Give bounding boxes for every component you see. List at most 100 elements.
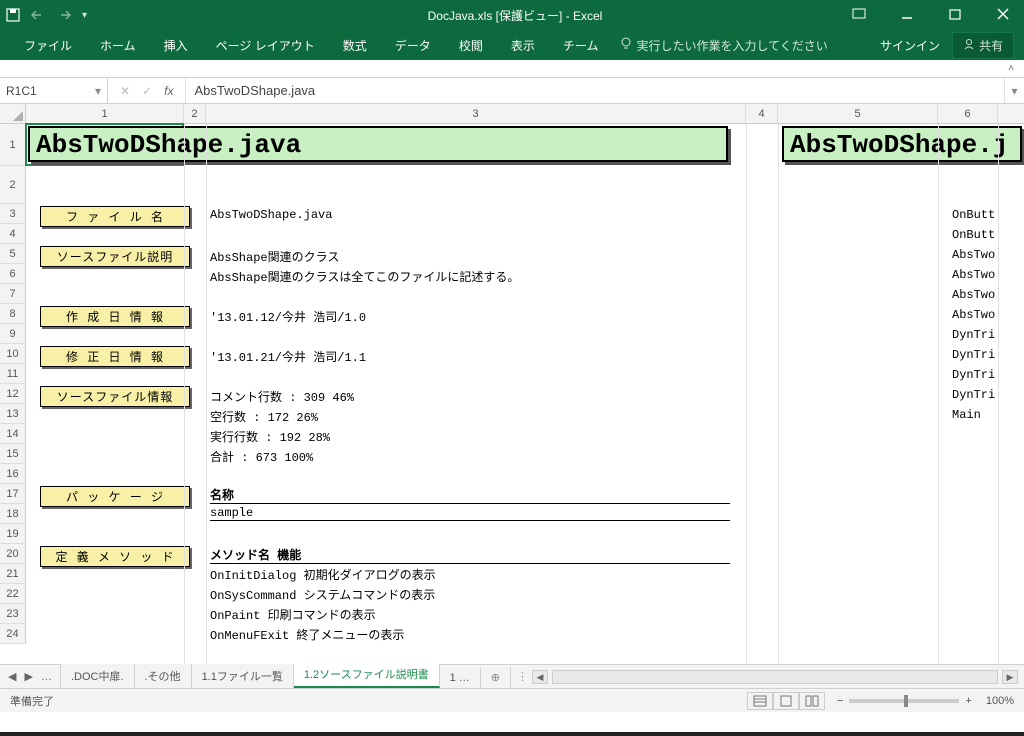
label-created: 作 成 日 情 報 [40, 306, 190, 327]
enter-icon[interactable]: ✓ [142, 84, 152, 98]
formula-input[interactable]: AbsTwoDShape.java [186, 78, 1004, 103]
cancel-icon[interactable]: ✕ [120, 84, 130, 98]
save-icon[interactable] [6, 8, 20, 22]
name-box[interactable]: R1C1 ▾ [0, 78, 108, 103]
cell-area[interactable]: AbsTwoDShape.java AbsTwoDShape.j フ ァ イ ル… [26, 124, 1024, 664]
right-col-cell: DynTri [952, 328, 995, 342]
tab-pagelayout[interactable]: ページ レイアウト [202, 37, 329, 54]
row-header[interactable]: 21 [0, 564, 25, 584]
row-header[interactable]: 2 [0, 166, 25, 204]
row-header[interactable]: 23 [0, 604, 25, 624]
column-header[interactable]: 2 [184, 104, 206, 123]
sheet-nav-more[interactable]: … [41, 671, 52, 683]
fx-icon[interactable]: fx [164, 84, 173, 98]
zoom-slider-thumb[interactable] [904, 695, 908, 707]
sheet-tab[interactable]: 1 … [440, 668, 481, 688]
close-icon[interactable] [988, 8, 1018, 23]
row-header[interactable]: 13 [0, 404, 25, 424]
redo-icon[interactable] [56, 9, 72, 21]
sheet-tab[interactable]: 1.2ソースファイル説明書 [294, 662, 440, 688]
window-title: DocJava.xls [保護ビュー] - Excel [186, 7, 844, 24]
tab-file[interactable]: ファイル [10, 37, 86, 54]
formula-expand-icon[interactable]: ▾ [1004, 78, 1024, 103]
column-header[interactable]: 4 [746, 104, 778, 123]
worksheet-grid[interactable]: 123456 123456789101112131415161718192021… [0, 104, 1024, 664]
tell-me[interactable]: 実行したい作業を入力してください [620, 37, 827, 54]
tab-view[interactable]: 表示 [497, 37, 549, 54]
view-pagebreak-icon[interactable] [799, 692, 825, 710]
sheet-tab[interactable]: .DOC中扉. [61, 664, 135, 688]
row-header[interactable]: 9 [0, 324, 25, 344]
hscroll-track[interactable] [552, 670, 998, 684]
tab-review[interactable]: 校閲 [445, 37, 497, 54]
row-header[interactable]: 12 [0, 384, 25, 404]
sheet-tab-add[interactable]: ⊕ [481, 667, 511, 688]
column-header[interactable]: 1 [26, 104, 184, 123]
right-title-text: AbsTwoDShape.j [790, 130, 1008, 160]
row-header[interactable]: 5 [0, 244, 25, 264]
column-header[interactable]: 3 [206, 104, 746, 123]
cell-created: '13.01.12/今井 浩司/1.0 [210, 308, 366, 325]
sheet-nav-prev-icon[interactable]: ◀ [8, 670, 16, 683]
ribbon-display-icon[interactable] [844, 8, 874, 23]
row-header[interactable]: 7 [0, 284, 25, 304]
zoom-in-icon[interactable]: + [965, 695, 971, 707]
row-header[interactable]: 16 [0, 464, 25, 484]
cell-src-desc-1: AbsShape関連のクラス [210, 248, 339, 265]
select-all-triangle[interactable] [0, 104, 26, 124]
formula-bar-buttons: ✕ ✓ fx [108, 78, 186, 103]
hscroll-left-icon[interactable]: ◀ [532, 670, 548, 684]
cell-method-1: OnInitDialog 初期化ダイアログの表示 [210, 566, 436, 583]
gridline [746, 124, 747, 664]
tab-formulas[interactable]: 数式 [329, 37, 381, 54]
tab-team[interactable]: チーム [549, 37, 613, 54]
gridline [778, 124, 779, 664]
row-header[interactable]: 1 [0, 124, 25, 166]
tab-insert[interactable]: 挿入 [150, 37, 202, 54]
row-headers[interactable]: 123456789101112131415161718192021222324 [0, 124, 26, 644]
row-header[interactable]: 8 [0, 304, 25, 324]
row-header[interactable]: 20 [0, 544, 25, 564]
right-col-cell: AbsTwo [952, 308, 995, 322]
hscroll-right-icon[interactable]: ▶ [1002, 670, 1018, 684]
view-pagelayout-icon[interactable] [773, 692, 799, 710]
row-header[interactable]: 6 [0, 264, 25, 284]
row-header[interactable]: 17 [0, 484, 25, 504]
tab-home[interactable]: ホーム [86, 37, 150, 54]
minimize-icon[interactable] [892, 8, 922, 23]
column-header[interactable]: 6 [938, 104, 998, 123]
row-header[interactable]: 4 [0, 224, 25, 244]
maximize-icon[interactable] [940, 8, 970, 23]
cell-info-1: コメント行数 : 309 46% [210, 388, 354, 405]
ribbon-collapse-icon[interactable]: ˄ [1008, 63, 1014, 74]
chevron-down-icon[interactable]: ▾ [95, 84, 101, 98]
sheet-tab-separator[interactable]: ⋮ [517, 670, 528, 683]
undo-icon[interactable] [30, 9, 46, 21]
tab-data[interactable]: データ [381, 37, 445, 54]
row-header[interactable]: 22 [0, 584, 25, 604]
row-header[interactable]: 19 [0, 524, 25, 544]
row-header[interactable]: 10 [0, 344, 25, 364]
row-header[interactable]: 18 [0, 504, 25, 524]
right-col-cell: DynTri [952, 368, 995, 382]
row-header[interactable]: 15 [0, 444, 25, 464]
view-normal-icon[interactable] [747, 692, 773, 710]
row-header[interactable]: 3 [0, 204, 25, 224]
share-button[interactable]: 共有 [952, 32, 1014, 59]
gridline [938, 124, 939, 664]
cell-file-name: AbsTwoDShape.java [210, 208, 332, 222]
sheet-tab[interactable]: .その他 [135, 664, 192, 688]
sheet-horizontal-scrollbar[interactable]: ⋮ ◀ ▶ [511, 665, 1024, 688]
sheet-tab[interactable]: 1.1ファイル一覧 [192, 664, 294, 688]
row-header[interactable]: 11 [0, 364, 25, 384]
qat-customize-icon[interactable]: ▾ [82, 10, 87, 21]
column-header[interactable]: 5 [778, 104, 938, 123]
label-methods: 定 義 メ ソ ッ ド [40, 546, 190, 567]
row-header[interactable]: 14 [0, 424, 25, 444]
zoom-out-icon[interactable]: − [837, 695, 843, 707]
row-header[interactable]: 24 [0, 624, 25, 644]
zoom-slider[interactable] [849, 699, 959, 703]
sheet-nav-next-icon[interactable]: ▶ [24, 670, 32, 683]
signin-button[interactable]: サインイン [868, 37, 952, 54]
column-headers[interactable]: 123456 [26, 104, 1024, 124]
